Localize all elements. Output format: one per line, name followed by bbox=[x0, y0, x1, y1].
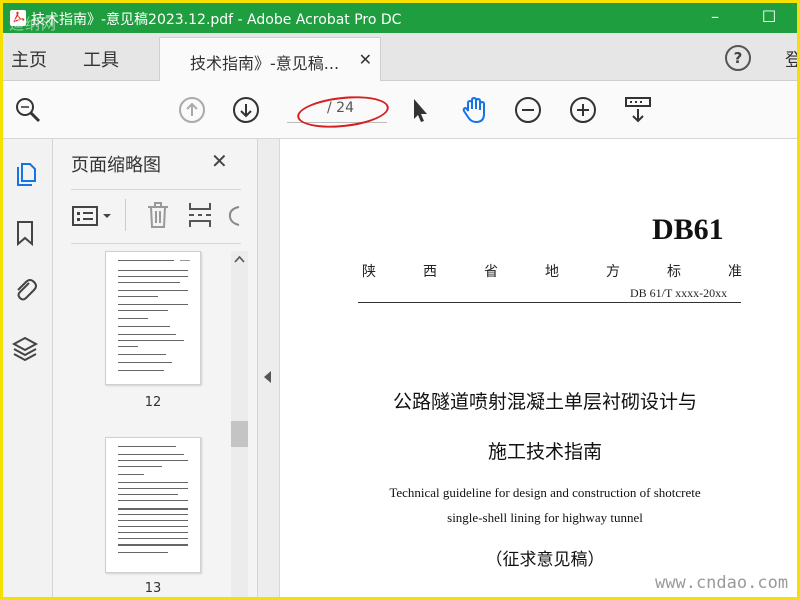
delete-page-icon[interactable] bbox=[145, 201, 171, 229]
help-button[interactable]: ? bbox=[725, 45, 751, 71]
standard-char: 准 bbox=[728, 264, 742, 280]
panel-splitter[interactable] bbox=[258, 139, 280, 597]
page-up-icon[interactable] bbox=[177, 95, 207, 125]
standard-char: 陕 bbox=[362, 264, 376, 280]
scroll-up-icon[interactable] bbox=[234, 255, 245, 263]
thumbnail-scrollbar[interactable] bbox=[231, 251, 248, 597]
divider bbox=[125, 199, 126, 231]
standard-type: 陕 西 省 地 方 标 准 bbox=[362, 261, 742, 281]
header-rule bbox=[358, 302, 741, 303]
standard-char: 标 bbox=[667, 264, 681, 280]
zoom-in-icon[interactable] bbox=[568, 95, 598, 125]
toolbar: / 24 bbox=[3, 81, 797, 139]
document-title-en-line2: single-shell lining for highway tunnel bbox=[447, 510, 643, 525]
thumbnail-label: 12 bbox=[144, 395, 162, 410]
maximize-button[interactable]: ☐ bbox=[751, 3, 787, 33]
tab-bar: 主页 工具 技术指南》-意见稿... ✕ ? 登 bbox=[3, 33, 797, 81]
app-window: 迪纳网 技术指南》-意见稿2023.12.pdf - Adobe Acrobat… bbox=[0, 0, 800, 600]
panel-title: 页面缩略图 bbox=[71, 155, 161, 176]
standard-number: DB 61/T xxxx-20xx bbox=[630, 286, 728, 300]
thumbnails-panel: 页面缩略图 ✕ 12 13 bbox=[53, 139, 258, 597]
document-title-cn-line2: 施工技术指南 bbox=[487, 441, 602, 463]
thumbnail-label: 13 bbox=[144, 581, 162, 596]
page-options-icon[interactable] bbox=[71, 203, 115, 229]
page-down-icon[interactable] bbox=[231, 95, 261, 125]
document-title-cn: 公路隧道喷射混凝土单层衬砌设计与 bbox=[392, 391, 697, 413]
zoom-search-icon[interactable] bbox=[13, 95, 43, 125]
close-panel-icon[interactable]: ✕ bbox=[211, 149, 228, 173]
document-tab[interactable]: 技术指南》-意见稿... ✕ bbox=[159, 37, 381, 81]
sign-in-link[interactable]: 登 bbox=[785, 46, 797, 72]
document-title-en: Technical guideline for design and const… bbox=[389, 485, 701, 500]
standard-code: DB61 bbox=[652, 213, 724, 246]
rotate-page-icon[interactable] bbox=[227, 203, 241, 229]
close-tab-icon[interactable]: ✕ bbox=[359, 50, 372, 69]
page-thumbnail[interactable] bbox=[105, 251, 201, 385]
attachment-icon[interactable] bbox=[11, 275, 39, 303]
window-title: 技术指南》-意见稿2023.12.pdf - Adobe Acrobat Pro… bbox=[31, 12, 402, 28]
scrollbar-thumb[interactable] bbox=[231, 421, 248, 447]
panel-toolbar bbox=[53, 195, 258, 239]
pages-icon[interactable] bbox=[11, 161, 39, 189]
nav-home[interactable]: 主页 bbox=[11, 46, 47, 72]
select-arrow-icon[interactable] bbox=[405, 95, 435, 125]
title-bar: 迪纳网 技术指南》-意见稿2023.12.pdf - Adobe Acrobat… bbox=[3, 3, 797, 33]
zoom-out-icon[interactable] bbox=[513, 95, 543, 125]
divider bbox=[71, 243, 241, 244]
standard-char: 方 bbox=[606, 264, 620, 280]
hand-tool-icon[interactable] bbox=[459, 95, 489, 125]
standard-char: 省 bbox=[484, 264, 498, 280]
insert-page-icon[interactable] bbox=[187, 201, 213, 229]
left-tool-rail bbox=[3, 139, 53, 597]
divider bbox=[71, 189, 241, 190]
bookmark-icon[interactable] bbox=[11, 219, 39, 247]
layers-icon[interactable] bbox=[11, 335, 39, 363]
document-view: DB61 陕 西 省 地 方 标 准 DB 61/T xxxx-20xx 公路隧… bbox=[280, 139, 797, 597]
document-tab-label: 技术指南》-意见稿... bbox=[190, 54, 340, 73]
scroll-mode-icon[interactable] bbox=[623, 95, 653, 125]
minimize-button[interactable]: – bbox=[697, 3, 733, 33]
page-thumbnail[interactable] bbox=[105, 437, 201, 573]
standard-char: 地 bbox=[545, 264, 559, 280]
standard-char: 西 bbox=[423, 264, 437, 280]
collapse-panel-icon[interactable] bbox=[264, 371, 271, 383]
draft-label: （征求意见稿） bbox=[485, 550, 605, 570]
nav-tools[interactable]: 工具 bbox=[83, 46, 119, 72]
watermark-url: www.cndao.com bbox=[655, 573, 789, 593]
